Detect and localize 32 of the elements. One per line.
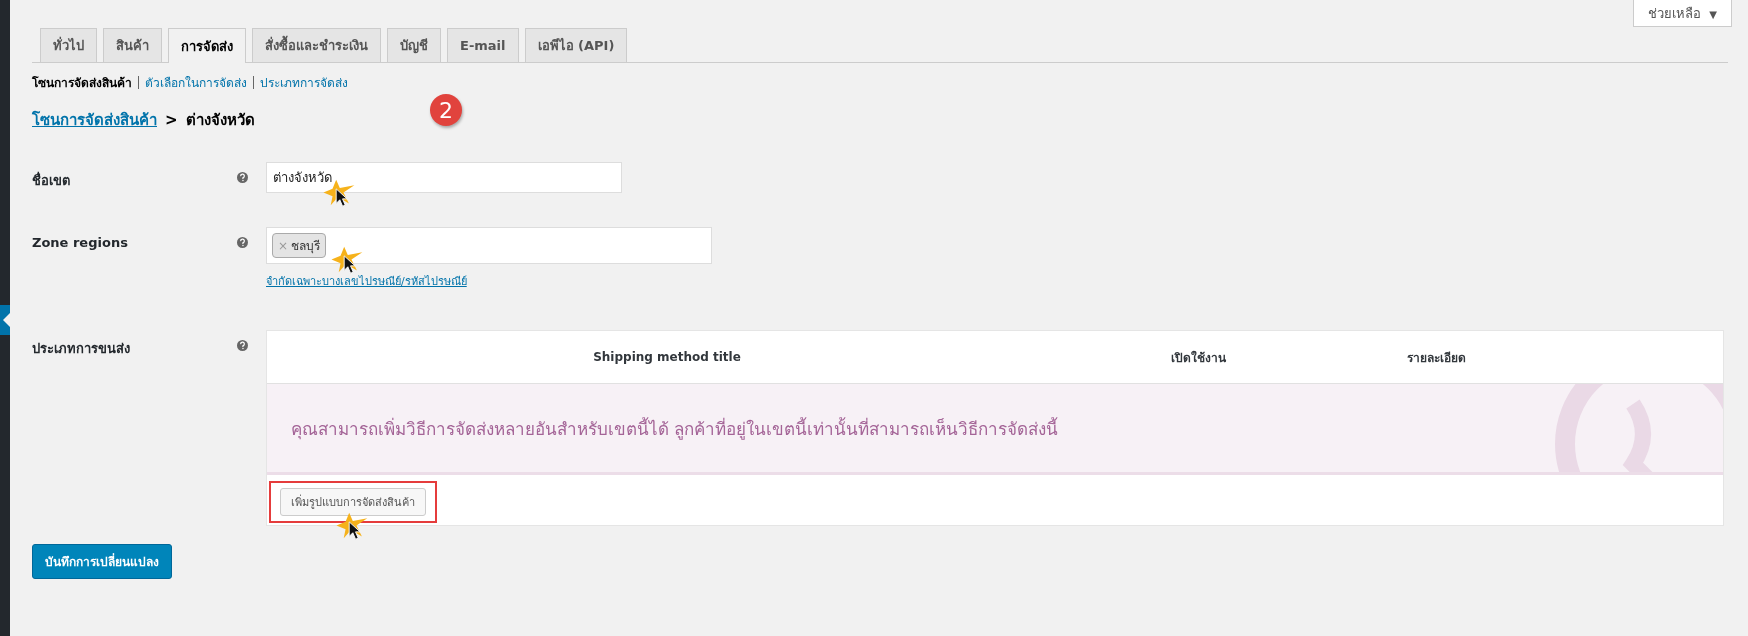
zone-regions-field[interactable]: × ชลบุรี	[266, 227, 712, 264]
page-title: ต่างจังหวัด	[185, 110, 255, 131]
help-icon[interactable]	[237, 340, 248, 351]
settings-tab[interactable]: สั่งซื้อและชำระเงิน	[252, 28, 381, 62]
step-number-badge: 2	[430, 94, 462, 126]
settings-tab[interactable]: บัญชี	[387, 28, 441, 62]
postcode-limit-link[interactable]: จำกัดเฉพาะบางเลขไปรษณีย์/รหัสไปรษณีย์	[266, 272, 712, 290]
help-icon[interactable]	[237, 172, 248, 183]
column-header: รายละเอียด	[1406, 349, 1467, 367]
help-icon[interactable]	[237, 237, 248, 248]
subsection-link[interactable]: โซนการจัดส่งสินค้า	[32, 73, 132, 92]
tag-label: ชลบุรี	[291, 238, 321, 255]
settings-tab[interactable]: เอพีไอ (API)	[524, 28, 628, 62]
settings-tab[interactable]: สินค้า	[103, 28, 162, 62]
field-label: ชื่อเขต	[32, 170, 71, 190]
column-header: Shipping method title	[592, 350, 742, 364]
add-shipping-method-button[interactable]: เพิ่มรูปแบบการจัดส่งสินค้า	[280, 488, 426, 516]
breadcrumb-separator: >	[165, 111, 178, 129]
active-menu-marker	[0, 305, 10, 335]
field-label: Zone regions	[32, 234, 129, 250]
settings-tab[interactable]: ทั่วไป	[40, 28, 97, 62]
zone-name-field[interactable]: ต่างจังหวัด	[266, 162, 622, 193]
breadcrumb-link[interactable]: โซนการจัดส่งสินค้า	[32, 108, 157, 132]
field-label: ประเภทการขนส่ง	[32, 340, 131, 358]
subsection-link[interactable]: ตัวเลือกในการจัดส่ง	[145, 73, 247, 92]
save-changes-button[interactable]: บันทึกการเปลี่ยนแปลง	[32, 544, 172, 579]
empty-table-message: คุณสามารถเพิ่มวิธีการจัดส่งหลายอันสำหรับเขตนี้ได้ ลูกค้าที่อยู่ในเขตนี้เท่านั้นที่สามารถเห็นวิธีการจัดส่งนี้	[291, 416, 1059, 442]
column-header: เปิดใช้งาน	[1169, 349, 1227, 367]
subsection-link[interactable]: ประเภทการจัดส่ง	[260, 73, 348, 92]
settings-tab[interactable]: การจัดส่ง	[168, 28, 246, 63]
settings-tab[interactable]: E-mail	[447, 28, 519, 62]
help-button[interactable]: ช่วยเหลือ ▼	[1633, 0, 1732, 27]
